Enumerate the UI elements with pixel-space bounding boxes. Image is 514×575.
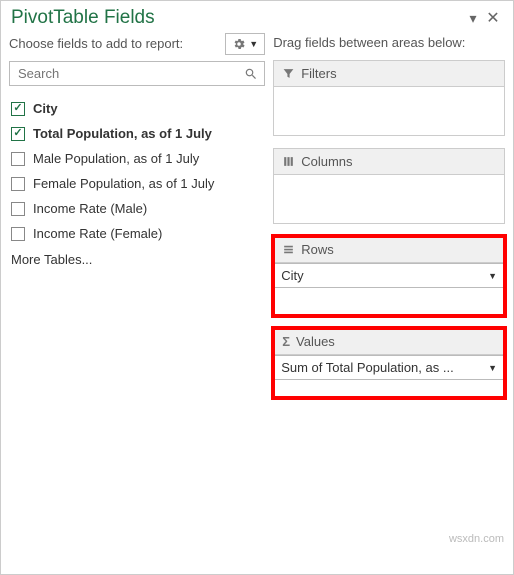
search-input[interactable]	[16, 65, 244, 82]
pane-header: PivotTable Fields ▾ ✕	[1, 1, 513, 29]
checkbox-icon[interactable]: ✓	[11, 102, 25, 116]
pivottable-fields-pane: PivotTable Fields ▾ ✕ Choose fields to a…	[0, 0, 514, 575]
values-item-label: Sum of Total Population, as ...	[281, 360, 453, 375]
values-area[interactable]: Σ Values Sum of Total Population, as ...…	[273, 328, 505, 398]
field-item[interactable]: Income Rate (Female)	[9, 221, 265, 246]
field-item[interactable]: Female Population, as of 1 July	[9, 171, 265, 196]
field-item[interactable]: Male Population, as of 1 July	[9, 146, 265, 171]
columns-header: Columns	[274, 149, 504, 175]
rows-body[interactable]: City ▼	[274, 263, 504, 315]
more-tables-link[interactable]: More Tables...	[9, 246, 265, 273]
filters-title: Filters	[301, 66, 336, 81]
field-label: Total Population, as of 1 July	[33, 126, 212, 141]
columns-icon	[282, 155, 295, 168]
checkbox-icon[interactable]	[11, 177, 25, 191]
rows-area[interactable]: Rows City ▼	[273, 236, 505, 316]
choose-row: Choose fields to add to report: ▼	[9, 33, 265, 55]
filters-header: Filters	[274, 61, 504, 87]
choose-label: Choose fields to add to report:	[9, 36, 219, 52]
rows-item-label: City	[281, 268, 303, 283]
rows-item[interactable]: City ▼	[274, 263, 504, 288]
field-label: Female Population, as of 1 July	[33, 176, 214, 191]
dropdown-icon[interactable]: ▾	[463, 10, 483, 27]
field-item[interactable]: Income Rate (Male)	[9, 196, 265, 221]
drag-label: Drag fields between areas below:	[273, 33, 505, 50]
values-title: Values	[296, 334, 335, 349]
rows-title: Rows	[301, 242, 334, 257]
columns-area[interactable]: Columns	[273, 148, 505, 224]
field-label: City	[33, 101, 58, 116]
sigma-icon: Σ	[282, 334, 290, 349]
values-header: Σ Values	[274, 329, 504, 355]
filter-icon	[282, 67, 295, 80]
field-label: Male Population, as of 1 July	[33, 151, 199, 166]
watermark: wsxdn.com	[449, 533, 504, 545]
gear-icon	[232, 37, 246, 51]
chevron-down-icon: ▼	[249, 39, 258, 49]
areas-column: Drag fields between areas below: Filters…	[273, 33, 505, 566]
checkbox-icon[interactable]	[11, 152, 25, 166]
chevron-down-icon[interactable]: ▼	[488, 271, 497, 281]
pane-body: Choose fields to add to report: ▼ ✓ City	[1, 29, 513, 574]
field-item[interactable]: ✓ Total Population, as of 1 July	[9, 121, 265, 146]
fields-column: Choose fields to add to report: ▼ ✓ City	[9, 33, 265, 566]
checkbox-icon[interactable]	[11, 227, 25, 241]
field-item[interactable]: ✓ City	[9, 96, 265, 121]
chevron-down-icon[interactable]: ▼	[488, 363, 497, 373]
values-item[interactable]: Sum of Total Population, as ... ▼	[274, 355, 504, 380]
filters-area[interactable]: Filters	[273, 60, 505, 136]
search-box[interactable]	[9, 61, 265, 86]
field-label: Income Rate (Female)	[33, 226, 162, 241]
close-icon[interactable]: ✕	[483, 8, 503, 28]
checkbox-icon[interactable]: ✓	[11, 127, 25, 141]
columns-body[interactable]	[274, 175, 504, 223]
tools-button[interactable]: ▼	[225, 33, 265, 55]
search-icon	[244, 67, 258, 81]
field-label: Income Rate (Male)	[33, 201, 147, 216]
columns-title: Columns	[301, 154, 352, 169]
field-list: ✓ City ✓ Total Population, as of 1 July …	[9, 96, 265, 566]
pane-title: PivotTable Fields	[11, 7, 463, 29]
rows-header: Rows	[274, 237, 504, 263]
filters-body[interactable]	[274, 87, 504, 135]
checkbox-icon[interactable]	[11, 202, 25, 216]
values-body[interactable]: Sum of Total Population, as ... ▼	[274, 355, 504, 397]
rows-icon	[282, 243, 295, 256]
